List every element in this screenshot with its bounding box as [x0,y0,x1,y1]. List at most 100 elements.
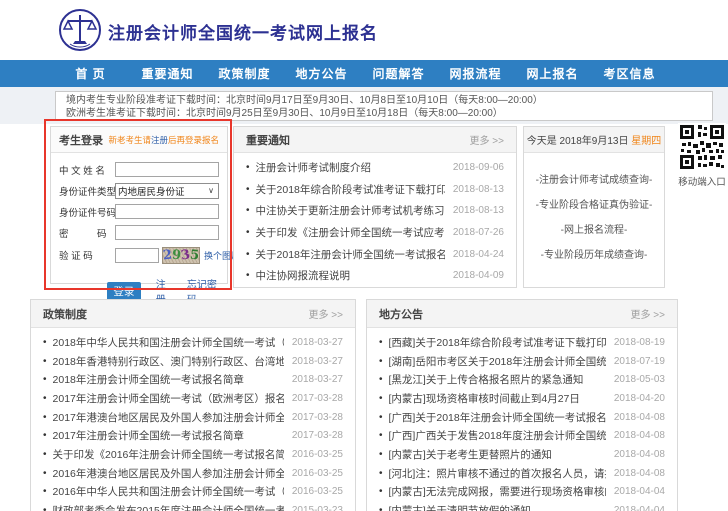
nav-item[interactable]: 问题解答 [360,65,437,82]
id-number-input[interactable] [115,204,219,219]
register-inline-link[interactable]: 注册 [151,135,168,145]
list-item-link[interactable]: 中注协关于更新注册会计师考试机考练习网站的公告 [256,203,445,218]
policies-more-link[interactable]: 更多 >> [309,306,343,321]
bullet-icon: • [43,412,47,423]
page: 注册会计师全国统一考试网上报名 首 页 重要通知 政策制度 地方公告 问题解答 … [0,0,728,511]
nav-item[interactable]: 网报流程 [437,65,514,82]
list-item-link[interactable]: [广西]关于2018年注册会计师全国统一考试报名工作有关... [389,410,606,425]
bullet-icon: • [379,486,383,497]
nav-item[interactable]: 考区信息 [591,65,668,82]
bullet-icon: • [379,430,383,441]
notices-more-link[interactable]: 更多 >> [470,132,504,147]
list-item-date: 2018-08-13 [453,205,504,216]
policies-header: 政策制度 更多 >> [31,300,355,328]
list-item-date: 2018-08-19 [614,337,665,348]
list-item-link[interactable]: 2018年中华人民共和国注册会计师全国统一考试（欧洲考区... [53,335,284,350]
list-item-date: 2018-04-08 [614,468,665,479]
list-item-link[interactable]: 2018年香港特别行政区、澳门特别行政区、台湾地区居民及... [53,354,284,369]
list-item-link[interactable]: [内蒙古]现场资格审核时间截止到4月27日 [389,391,606,406]
list-item[interactable]: • 2016年港澳台地区居民及外国人参加注册会计师全国统一考... 2016-0… [31,464,355,483]
name-input[interactable] [115,162,219,177]
list-item[interactable]: • 2017年注册会计师全国统一考试（欧洲考区）报名简章 2017-03-28 [31,389,355,408]
quick-link[interactable]: -注册会计师考试成绩查询- [536,171,653,186]
list-item-link[interactable]: 关于印发《2016年注册会计师全国统一考试报名简章》的通... [53,447,284,462]
list-item-link[interactable]: 关于2018年注册会计师全国统一考试报名有关事项的提示 [256,247,445,262]
chevron-down-icon: ∨ [204,186,218,195]
list-item-link[interactable]: 2016年中华人民共和国注册会计师全国统一考试（欧洲考区... [53,484,284,499]
nav-item[interactable]: 政策制度 [206,65,283,82]
list-item[interactable]: • [河北]注：照片审核不通过的首次报名人员，请按要求重新上... 2018-0… [367,464,677,483]
list-item[interactable]: • 2018年注册会计师全国统一考试报名简章 2018-03-27 [31,370,355,389]
id-number-label: 身份证件号码 [59,205,115,219]
list-item[interactable]: • 关于2018年综合阶段考试准考证下载打印提醒的通告 2018-08-13 [234,179,516,201]
quick-link[interactable]: -专业阶段历年成绩查询- [541,246,648,261]
list-item[interactable]: • 关于2018年注册会计师全国统一考试报名有关事项的提示 2018-04-24 [234,243,516,265]
list-item[interactable]: • 2016年中华人民共和国注册会计师全国统一考试（欧洲考区... 2016-0… [31,483,355,502]
list-item-date: 2018-04-04 [614,505,665,511]
list-item[interactable]: • 中注协网报流程说明 2018-04-09 [234,265,516,287]
list-item[interactable]: • 关于印发《注册会计师全国统一考试应考人员考场守则》的通知 2018-07-2… [234,222,516,244]
list-item[interactable]: • 关于印发《2016年注册会计师全国统一考试报名简章》的通... 2016-0… [31,445,355,464]
bullet-icon: • [379,356,383,367]
list-item-date: 2018-03-27 [292,356,343,367]
list-item-link[interactable]: 财政部考委会发布2015年度注册会计师全国统一考试（欧洲... [53,503,284,511]
list-item[interactable]: • [内蒙古]无法完成网报，需要进行现场资格审核的具体通知 2018-04-04 [367,483,677,502]
qr-code-icon [678,123,726,171]
list-item[interactable]: • 2017年港澳台地区居民及外国人参加注册会计师全国统一考... 2017-0… [31,408,355,427]
quick-link[interactable]: -网上报名流程- [561,221,628,236]
list-item[interactable]: • [西藏]关于2018年综合阶段考试准考证下载打印提醒的通... 2018-0… [367,333,677,352]
list-item-link[interactable]: [内蒙古]关于老考生更替照片的通知 [389,447,606,462]
list-item[interactable]: • 2017年注册会计师全国统一考试报名简章 2017-03-28 [31,426,355,445]
exam-notice-ticker: 境内考生专业阶段准考证下载时间：北京时间9月17日至9月30日、10月8日至10… [55,91,713,121]
nav-item[interactable]: 网上报名 [514,65,591,82]
nav-item[interactable]: 首 页 [52,65,129,82]
list-item-link[interactable]: 注册会计师考试制度介绍 [256,160,445,175]
list-item[interactable]: • [内蒙古]关于老考生更替照片的通知 2018-04-08 [367,445,677,464]
policies-title: 政策制度 [43,306,87,322]
password-input[interactable] [115,225,219,240]
bullet-icon: • [43,486,47,497]
bullet-icon: • [246,205,250,216]
list-item-link[interactable]: [内蒙古]关于清明节放假的通知 [389,503,606,511]
list-item[interactable]: • 注册会计师考试制度介绍 2018-09-06 [234,157,516,179]
bullet-icon: • [43,374,47,385]
id-type-label: 身份证件类型 [59,184,115,198]
list-item[interactable]: • [广西]广西关于发售2018年度注册会计师全国统一考试辅... 2018-0… [367,426,677,445]
list-item-link[interactable]: [黑龙江]关于上传合格报名照片的紧急通知 [389,372,606,387]
list-item[interactable]: • [内蒙古]关于清明节放假的通知 2018-04-04 [367,501,677,511]
list-item[interactable]: • [广西]关于2018年注册会计师全国统一考试报名工作有关... 2018-0… [367,408,677,427]
list-item-date: 2015-03-23 [292,505,343,511]
nav-item[interactable]: 重要通知 [129,65,206,82]
list-item-link[interactable]: [西藏]关于2018年综合阶段考试准考证下载打印提醒的通... [389,335,606,350]
id-type-select[interactable]: 内地居民身份证 ∨ [115,183,219,199]
list-item[interactable]: • 2018年中华人民共和国注册会计师全国统一考试（欧洲考区... 2018-0… [31,333,355,352]
local-more-link[interactable]: 更多 >> [631,306,665,321]
list-item[interactable]: • [内蒙古]现场资格审核时间截止到4月27日 2018-04-20 [367,389,677,408]
nav-item[interactable]: 地方公告 [283,65,360,82]
list-item[interactable]: • [湖南]岳阳市考区关于2018年注册会计师全国统一考试专... 2018-0… [367,352,677,371]
login-title: 考生登录 [59,132,103,148]
list-item[interactable]: • 2018年香港特别行政区、澳门特别行政区、台湾地区居民及... 2018-0… [31,352,355,371]
name-label: 中 文 姓 名 [59,163,115,177]
quick-link[interactable]: -专业阶段合格证真伪验证- [536,196,653,211]
list-item-link[interactable]: 2017年港澳台地区居民及外国人参加注册会计师全国统一考... [53,410,284,425]
list-item-link[interactable]: 2016年港澳台地区居民及外国人参加注册会计师全国统一考... [53,466,284,481]
list-item-link[interactable]: 中注协网报流程说明 [256,268,445,283]
list-item[interactable]: • 中注协关于更新注册会计师考试机考练习网站的公告 2018-08-13 [234,200,516,222]
login-button[interactable]: 登录 [107,282,141,301]
captcha-input[interactable] [115,248,159,263]
list-item-date: 2017-03-28 [292,412,343,423]
captcha-image[interactable]: 2935 [162,247,200,264]
list-item-link[interactable]: 2017年注册会计师全国统一考试（欧洲考区）报名简章 [53,391,284,406]
today-header: 今天是 2018年9月13日 星期四 [524,127,664,153]
list-item-link[interactable]: 关于印发《注册会计师全国统一考试应考人员考场守则》的通知 [256,225,445,240]
list-item[interactable]: • 财政部考委会发布2015年度注册会计师全国统一考试（欧洲... 2015-0… [31,501,355,511]
list-item-link[interactable]: [内蒙古]无法完成网报，需要进行现场资格审核的具体通知 [389,484,606,499]
list-item-link[interactable]: [广西]广西关于发售2018年度注册会计师全国统一考试辅... [389,428,606,443]
list-item-link[interactable]: 关于2018年综合阶段考试准考证下载打印提醒的通告 [256,182,445,197]
list-item-link[interactable]: 2018年注册会计师全国统一考试报名简章 [53,372,284,387]
list-item[interactable]: • [黑龙江]关于上传合格报名照片的紧急通知 2018-05-03 [367,370,677,389]
list-item-link[interactable]: 2017年注册会计师全国统一考试报名简章 [53,428,284,443]
list-item-link[interactable]: [湖南]岳阳市考区关于2018年注册会计师全国统一考试专... [389,354,606,369]
list-item-link[interactable]: [河北]注：照片审核不通过的首次报名人员，请按要求重新上... [389,466,606,481]
